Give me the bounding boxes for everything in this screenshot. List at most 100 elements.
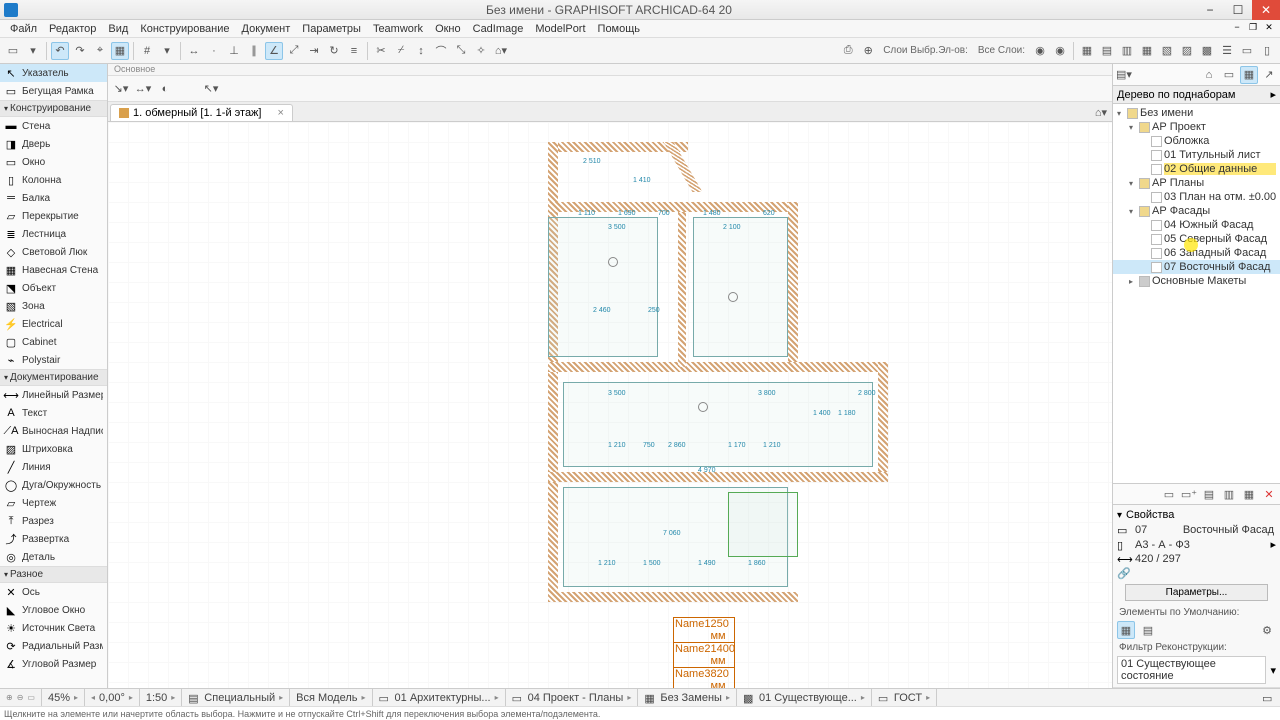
sb-layer[interactable]: Специальный	[204, 692, 275, 704]
magic-icon[interactable]: ✧	[472, 42, 490, 60]
layout2-icon[interactable]: ▦	[1138, 42, 1156, 60]
tree-node[interactable]: ▾АР Проект	[1113, 120, 1280, 134]
perp-icon[interactable]: ⊥	[225, 42, 243, 60]
tree-node[interactable]: 05 Северный Фасад	[1113, 232, 1280, 246]
tool-cornerwindow[interactable]: ◣Угловое Окно	[0, 601, 107, 619]
sub-close-button[interactable]: ✕	[1262, 22, 1276, 34]
tool-drawing[interactable]: ▱Чертеж	[0, 494, 107, 512]
tool-wall[interactable]: ▬Стена	[0, 117, 107, 135]
prop-id[interactable]: 07	[1133, 524, 1149, 536]
tool-stair[interactable]: ≣Лестница	[0, 225, 107, 243]
tool-zone[interactable]: ▧Зона	[0, 297, 107, 315]
tree-node[interactable]: ▾АР Планы	[1113, 176, 1280, 190]
undo-icon[interactable]: ↶	[51, 42, 69, 60]
sb-angle[interactable]: 0,00°	[99, 692, 125, 704]
view-icon[interactable]: ▦	[1078, 42, 1096, 60]
nav-icon[interactable]: ▤	[1098, 42, 1116, 60]
tool-polystair[interactable]: ⌁Polystair	[0, 351, 107, 369]
sb-sec4[interactable]: 01 Существующе...	[759, 692, 857, 704]
tool-slab[interactable]: ▱Перекрытие	[0, 207, 107, 225]
sb-model[interactable]: Вся Модель	[296, 692, 357, 704]
tree-node[interactable]: ▾Без имени	[1113, 106, 1280, 120]
new-icon[interactable]: ▭	[4, 42, 22, 60]
sb-sec1[interactable]: 01 Архитектурны...	[395, 692, 491, 704]
sb-std[interactable]: ГОСТ	[894, 692, 922, 704]
layout1-icon[interactable]: ▥	[1118, 42, 1136, 60]
tool-pointer[interactable]: ↖Указатель	[0, 64, 107, 82]
menu-edit[interactable]: Редактор	[43, 23, 102, 35]
split-icon[interactable]: ⌿	[392, 42, 410, 60]
tool-curtainwall[interactable]: ▦Навесная Стена	[0, 261, 107, 279]
tool-light[interactable]: ☀Источник Света	[0, 619, 107, 637]
properties-header[interactable]: ▾ Свойства	[1115, 507, 1278, 523]
redo-icon[interactable]: ↷	[71, 42, 89, 60]
default-mode2-icon[interactable]: ▤	[1139, 621, 1157, 639]
adjust-icon[interactable]: ↕	[412, 42, 430, 60]
default-settings-icon[interactable]: ⚙	[1258, 621, 1276, 639]
default-mode1-icon[interactable]: ▦	[1117, 621, 1135, 639]
section-documentation[interactable]: Документирование	[0, 369, 107, 386]
nav-view-icon[interactable]: ▭	[1220, 66, 1238, 84]
tool-elevation[interactable]: ⤴Развертка	[0, 530, 107, 548]
filter-value[interactable]: 01 Существующее состояние	[1117, 656, 1266, 684]
tree-node[interactable]: Обложка	[1113, 134, 1280, 148]
offset-icon[interactable]: ⇥	[305, 42, 323, 60]
prop-format[interactable]: A3 - А - Ф3	[1133, 539, 1192, 551]
close-button[interactable]: ✕	[1252, 0, 1280, 20]
parallel-icon[interactable]: ∥	[245, 42, 263, 60]
repeat-icon[interactable]: ↻	[325, 42, 343, 60]
angle-icon[interactable]: ∠	[265, 42, 283, 60]
tree-node[interactable]: 01 Титульный лист	[1113, 148, 1280, 162]
tool-beam[interactable]: ═Балка	[0, 189, 107, 207]
snap-icon[interactable]: ▾	[158, 42, 176, 60]
section-construction[interactable]: Конструирование	[0, 100, 107, 117]
layout5-icon[interactable]: ▩	[1198, 42, 1216, 60]
sb-zoom-arrow-icon[interactable]: ▸	[74, 693, 78, 702]
menu-teamwork[interactable]: Teamwork	[367, 23, 429, 35]
sb-scale[interactable]: 1:50	[146, 692, 167, 704]
geom4-icon[interactable]: ↖▾	[202, 80, 220, 98]
tool-marquee[interactable]: ▭Бегущая Рамка	[0, 82, 107, 100]
geom2-icon[interactable]: ↔▾	[134, 80, 152, 98]
geom1-icon[interactable]: ↘▾	[112, 80, 130, 98]
tree-node[interactable]: 03 План на отм. ±0.000	[1113, 190, 1280, 204]
ruler-icon[interactable]: ↔	[185, 42, 203, 60]
sb-sec2[interactable]: 04 Проект - Планы	[528, 692, 624, 704]
minimize-button[interactable]: −	[1196, 0, 1224, 20]
eye1-icon[interactable]: ◉	[1031, 42, 1049, 60]
nav-layout-icon[interactable]: ▦	[1240, 66, 1258, 84]
point-icon[interactable]: ·	[205, 42, 223, 60]
tool-label[interactable]: ⟋AВыносная Надпись	[0, 422, 107, 440]
sb-model-arrow-icon[interactable]: ▸	[362, 693, 366, 702]
sb-zoomout-icon[interactable]: ⊖	[17, 693, 24, 702]
sb-sec3[interactable]: Без Замены	[660, 692, 722, 704]
act-add1-icon[interactable]: ▭⁺	[1180, 485, 1198, 503]
sb-fit-icon[interactable]: ▭	[27, 693, 35, 702]
act-add3-icon[interactable]: ▥	[1220, 485, 1238, 503]
tool-window[interactable]: ▭Окно	[0, 153, 107, 171]
section-misc[interactable]: Разное	[0, 566, 107, 583]
menu-window[interactable]: Окно	[429, 23, 467, 35]
resize-icon[interactable]: ⤡	[452, 42, 470, 60]
eye2-icon[interactable]: ◉	[1051, 42, 1069, 60]
menu-view[interactable]: Вид	[102, 23, 134, 35]
sb-zoom[interactable]: 45%	[48, 692, 70, 704]
nav-home-icon[interactable]: ⌂	[1200, 66, 1218, 84]
tool-lineardim[interactable]: ⟷Линейный Размер	[0, 386, 107, 404]
tab-floorplan[interactable]: 1. обмерный [1. 1-й этаж] ×	[110, 104, 293, 121]
act-add2-icon[interactable]: ▤	[1200, 485, 1218, 503]
layout3-icon[interactable]: ▧	[1158, 42, 1176, 60]
tool-door[interactable]: ◨Дверь	[0, 135, 107, 153]
home-icon[interactable]: ⌂▾	[492, 42, 510, 60]
act-add4-icon[interactable]: ▦	[1240, 485, 1258, 503]
menu-help[interactable]: Помощь	[592, 23, 647, 35]
fillet-icon[interactable]: ⌒	[432, 42, 450, 60]
tool-angulardim[interactable]: ∡Угловой Размер	[0, 655, 107, 673]
nav-publish-icon[interactable]: ↗	[1260, 66, 1278, 84]
tab-close-icon[interactable]: ×	[277, 107, 283, 119]
tool-arc[interactable]: ◯Дуга/Окружность	[0, 476, 107, 494]
tool-axis[interactable]: ✕Ось	[0, 583, 107, 601]
prop-format-more-icon[interactable]: ▸	[1270, 538, 1276, 551]
pick-icon[interactable]: ⌖	[91, 42, 109, 60]
menu-construction[interactable]: Конструирование	[134, 23, 235, 35]
